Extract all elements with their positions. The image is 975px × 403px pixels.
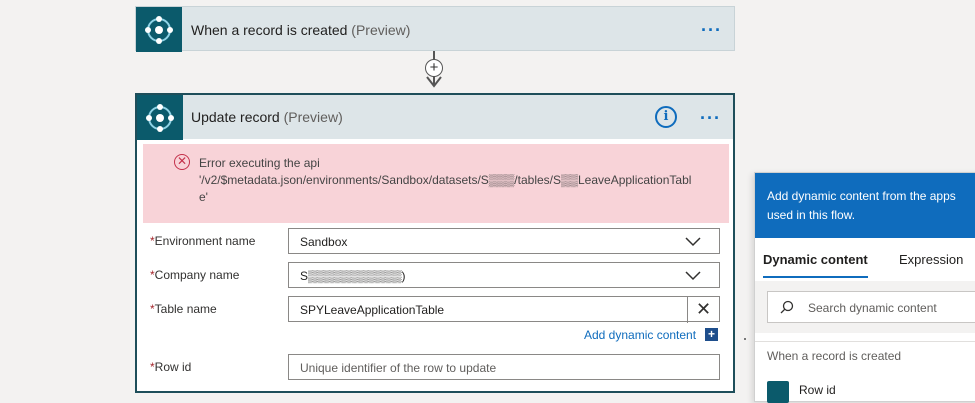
dynamics-logo-icon [767,381,789,403]
add-dynamic-content-icon[interactable]: + [705,328,718,341]
action-title: Update record (Preview) [191,109,343,125]
clear-icon[interactable]: ✕ [687,297,719,323]
down-arrow-icon [426,76,442,88]
table-input[interactable]: SPYLeaveApplicationTable ✕ [288,296,720,323]
section-label: When a record is created [767,349,902,363]
add-dynamic-content-link[interactable]: Add dynamic content [584,328,696,342]
search-area: Search dynamic content [755,281,975,333]
insert-step-plus-icon[interactable]: + [425,59,443,77]
dynamic-item-label[interactable]: Row id [799,383,836,397]
rowid-row: *Row id Unique identifier of the row to … [147,354,722,380]
search-input[interactable]: Search dynamic content [767,291,975,323]
chevron-down-icon [685,237,701,247]
trigger-card[interactable]: When a record is created (Preview) ··· [135,6,735,52]
card-header[interactable]: Update record (Preview) i ··· [137,95,733,140]
table-label: *Table name [150,302,217,316]
trigger-title: When a record is created (Preview) [191,22,411,38]
more-options-icon[interactable]: ··· [700,108,721,129]
error-banner: ✕ Error executing the api '/v2/$metadata… [143,144,729,223]
environment-select[interactable]: Sandbox [288,228,720,254]
rowid-input[interactable]: Unique identifier of the row to update [288,354,720,380]
environment-label: *Environment name [150,234,256,248]
dynamics-logo-icon [137,95,183,140]
tab-dynamic-content[interactable]: Dynamic content [763,252,868,278]
search-icon [780,300,794,314]
table-row: *Table name SPYLeaveApplicationTable ✕ [147,296,722,323]
company-label: *Company name [150,268,240,282]
chevron-down-icon [685,271,701,281]
company-row: *Company name S▒▒▒▒▒▒▒▒▒▒▒) [147,262,722,288]
error-icon: ✕ [174,154,190,170]
error-message: Error executing the api '/v2/$metadata.j… [199,156,692,204]
dynamics-logo-icon [136,7,182,52]
tab-expression[interactable]: Expression [899,252,963,267]
panel-header: Add dynamic content from the apps used i… [755,173,975,238]
environment-row: *Environment name Sandbox [147,228,722,254]
divider [755,341,975,342]
resize-dot [744,338,746,340]
more-options-icon[interactable]: ··· [701,20,722,41]
dynamic-content-panel: Add dynamic content from the apps used i… [754,172,975,403]
rowid-label: *Row id [150,360,192,374]
info-icon[interactable]: i [655,106,677,128]
update-record-card: Update record (Preview) i ··· ✕ Error ex… [135,93,735,393]
company-select[interactable]: S▒▒▒▒▒▒▒▒▒▒▒) [288,262,720,288]
